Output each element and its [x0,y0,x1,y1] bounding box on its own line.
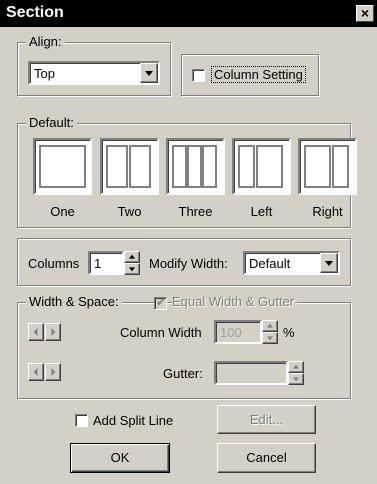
checkmark-icon: ✔ [156,295,167,309]
split-line-checkbox[interactable] [75,414,88,427]
column-setting-group: Column Setting [181,54,319,96]
columns-input[interactable]: 1 [88,251,124,275]
column-width-spin-up[interactable] [262,320,278,332]
width-space-group: Width & Space: ✔ Equal Width & Gutter Co… [17,294,351,399]
edit-button[interactable]: Edit... [217,405,316,434]
spin-down-icon [293,377,299,382]
spin-down-icon [129,267,135,272]
align-select-value: Top [34,66,55,81]
preset-left-label: Left [250,204,273,219]
percent-label: % [283,325,295,340]
width-space-legend: Width & Space: [26,294,122,309]
columns-group: Columns 1 Modify Width: Default [17,238,351,286]
ok-button-label: OK [110,450,130,465]
gutter-right-button[interactable] [45,363,61,381]
modify-width-value: Default [249,256,291,271]
spin-up-icon [267,323,273,328]
preset-right-col-1 [304,145,331,188]
gutter-input[interactable] [214,361,288,385]
preset-two-col-1 [106,145,128,188]
spin-up-icon [293,364,299,369]
column-width-value: 100 [220,325,242,340]
preset-left-col-2 [256,145,283,188]
columns-spin-up[interactable] [124,251,140,263]
preset-one-col [39,145,86,188]
preset-two-col-2 [129,145,151,188]
preset-right-col-2 [332,145,349,188]
close-button[interactable]: × [356,5,374,22]
default-legend: Default: [26,115,77,130]
column-width-spin-down[interactable] [262,332,278,344]
column-width-label: Column Width [120,325,202,340]
dropdown-arrow-icon [325,261,333,266]
equal-width-label: Equal Width & Gutter [172,294,298,309]
align-select[interactable]: Top [28,61,160,85]
section-dialog: Section × Align: Top Column Setting Defa… [0,0,377,484]
arrow-left-icon [33,368,38,376]
preset-left-col-1 [238,145,255,188]
modify-width-dropdown-button[interactable] [320,253,338,273]
gutter-label: Gutter: [163,366,203,381]
width-right-button[interactable] [45,323,61,341]
align-legend: Align: [26,34,65,49]
spin-up-icon [129,254,135,259]
spin-down-icon [267,336,273,341]
arrow-left-icon [33,328,38,336]
close-icon: × [360,5,370,21]
preset-three-col-2 [187,145,202,188]
default-group: Default: One Two Three Left Right [17,115,357,228]
preset-three-label: Three [178,204,213,219]
dropdown-arrow-icon [145,71,153,76]
cancel-button[interactable]: Cancel [217,443,316,473]
equal-width-checkbox[interactable]: ✔ [154,295,167,310]
dialog-title: Section [6,4,64,21]
arrow-right-icon [51,368,56,376]
gutter-spin-down[interactable] [288,373,304,385]
gutter-left-button[interactable] [28,363,44,381]
column-setting-checkbox[interactable] [192,69,205,82]
preset-one[interactable] [33,138,92,195]
columns-spin-down[interactable] [124,263,140,275]
ok-button[interactable]: OK [70,443,170,473]
cancel-button-label: Cancel [246,450,287,465]
preset-two[interactable] [100,138,159,195]
width-left-button[interactable] [28,323,44,341]
split-line-label[interactable]: Add Split Line [93,413,173,428]
gutter-spin-up[interactable] [288,361,304,373]
edit-button-label: Edit... [249,412,284,427]
preset-two-label: Two [117,204,142,219]
columns-input-value: 1 [94,256,102,271]
preset-three-col-1 [172,145,187,188]
align-group: Align: Top [17,34,171,96]
modify-width-label: Modify Width: [149,256,228,271]
title-bar[interactable]: Section × [0,0,377,27]
preset-one-label: One [50,204,75,219]
column-setting-label[interactable]: Column Setting [211,66,306,83]
preset-three-col-3 [202,145,217,188]
align-dropdown-button[interactable] [140,63,158,83]
preset-right[interactable] [298,138,357,195]
columns-label: Columns [28,256,80,271]
modify-width-select[interactable]: Default [243,251,340,275]
preset-three[interactable] [166,138,225,195]
column-width-input[interactable]: 100 [214,320,262,344]
preset-left[interactable] [232,138,291,195]
arrow-right-icon [51,328,56,336]
preset-right-label: Right [312,204,343,219]
column-setting-text: Column Setting [211,66,306,83]
